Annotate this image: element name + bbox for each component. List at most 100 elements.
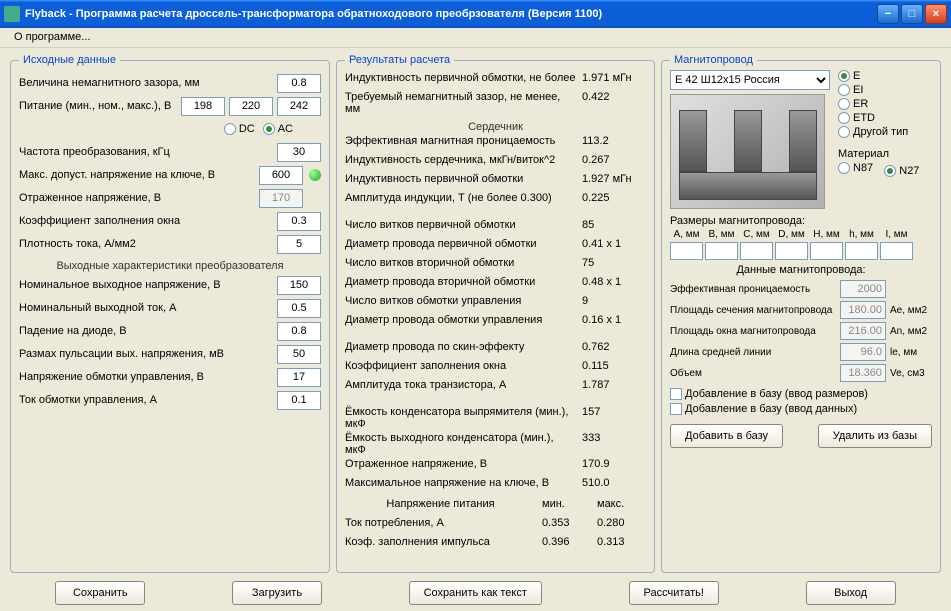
- iout-input[interactable]: [277, 299, 321, 318]
- vmin-input[interactable]: [181, 97, 225, 116]
- core-section-label: Сердечник: [345, 121, 646, 133]
- vdsmax-value: 510.0: [576, 477, 646, 494]
- vds-led-icon: [309, 169, 321, 181]
- cout-label: Ёмкость выходного конденсатора (мин.), м…: [345, 432, 576, 456]
- dim-h1-hdr: H, мм: [810, 229, 843, 240]
- duty-label: Коэф. заполнения импульса: [345, 536, 536, 553]
- dim-i-input[interactable]: [880, 242, 913, 260]
- core-legend: Магнитопровод: [670, 54, 757, 66]
- bmax-label: Амплитуда индукции, Т (не более 0.300): [345, 192, 576, 209]
- app-icon: [4, 6, 20, 22]
- ripple-input[interactable]: [277, 345, 321, 364]
- reqgap-label: Требуемый немагнитный зазор, не менее, м…: [345, 91, 576, 115]
- d1-label: Диаметр провода первичной обмотки: [345, 238, 576, 255]
- min-header: мин.: [536, 498, 591, 515]
- dim-h2-hdr: h, мм: [845, 229, 878, 240]
- n1-label: Число витков первичной обмотки: [345, 219, 576, 236]
- jdens-input[interactable]: [277, 235, 321, 254]
- mueff-value: [840, 280, 886, 298]
- mat-n27-radio[interactable]: N27: [884, 165, 919, 177]
- iin-label: Ток потребления, А: [345, 517, 536, 534]
- gap-input[interactable]: [277, 74, 321, 93]
- iaux-label: Ток обмотки управления, А: [19, 394, 277, 406]
- vout-input[interactable]: [277, 276, 321, 295]
- n1-value: 85: [576, 219, 646, 236]
- dim-c-input[interactable]: [740, 242, 773, 260]
- dim-a-input[interactable]: [670, 242, 703, 260]
- dim-h1-input[interactable]: [810, 242, 843, 260]
- dskin-value: 0.762: [576, 341, 646, 358]
- type-ei-radio[interactable]: EI: [838, 84, 919, 96]
- vref-label: Отраженное напряжение, В: [19, 192, 259, 204]
- mat-n87-radio[interactable]: N87: [838, 162, 873, 174]
- le-label: Длина средней линии: [670, 347, 840, 358]
- ve-value: [840, 364, 886, 382]
- ae-unit: Ae, мм2: [886, 305, 932, 316]
- vmax-input[interactable]: [277, 97, 321, 116]
- aw-unit: An, мм2: [886, 326, 932, 337]
- material-label: Материал: [838, 148, 927, 160]
- itr-value: 1.787: [576, 379, 646, 396]
- dims-label: Размеры магнитопровода:: [670, 215, 932, 227]
- ae-value: [840, 301, 886, 319]
- add-to-db-button[interactable]: Добавить в базу: [670, 424, 783, 448]
- vrefl-value: 170.9: [576, 458, 646, 475]
- dim-b-hdr: B, мм: [705, 229, 738, 240]
- aw-label: Площадь окна магнитопровода: [670, 326, 840, 337]
- add-data-checkbox[interactable]: Добавление в базу (ввод данных): [670, 403, 857, 415]
- menu-about[interactable]: О программе...: [8, 30, 96, 44]
- vrefl-label: Отраженное напряжение, В: [345, 458, 576, 475]
- load-button[interactable]: Загрузить: [232, 581, 322, 605]
- n3-value: 9: [576, 295, 646, 312]
- reqgap-value: 0.422: [576, 91, 646, 115]
- add-dims-checkbox[interactable]: Добавление в базу (ввод размеров): [670, 388, 868, 400]
- ac-radio[interactable]: AC: [263, 123, 293, 135]
- vds-input[interactable]: [259, 166, 303, 185]
- d2-label: Диаметр провода вторичной обмотки: [345, 276, 576, 293]
- lprim-value: 1.971 мГн: [576, 72, 646, 89]
- type-e-radio[interactable]: E: [838, 70, 919, 82]
- kfillres-value: 0.115: [576, 360, 646, 377]
- close-button[interactable]: ×: [925, 4, 947, 24]
- supply-label: Питание (мин., ном., макс.), В: [19, 100, 181, 112]
- vnom-input[interactable]: [229, 97, 273, 116]
- dim-d-hdr: D, мм: [775, 229, 808, 240]
- core-select[interactable]: E 42 Ш12x15 Россия: [670, 70, 830, 90]
- delete-from-db-button[interactable]: Удалить из базы: [818, 424, 932, 448]
- iin-max: 0.280: [591, 517, 646, 534]
- d1-value: 0.41 x 1: [576, 238, 646, 255]
- n2-label: Число витков вторичной обмотки: [345, 257, 576, 274]
- gap-label: Величина немагнитного зазора, мм: [19, 77, 277, 89]
- ve-unit: Ve, см3: [886, 368, 932, 379]
- type-other-radio[interactable]: Другой тип: [838, 126, 919, 138]
- dim-b-input[interactable]: [705, 242, 738, 260]
- save-text-button[interactable]: Сохранить как текст: [409, 581, 542, 605]
- d2-value: 0.48 x 1: [576, 276, 646, 293]
- vref-input: [259, 189, 303, 208]
- calculate-button[interactable]: Рассчитать!: [629, 581, 719, 605]
- vout-label: Номинальное выходное напряжение, В: [19, 279, 277, 291]
- type-etd-radio[interactable]: ETD: [838, 112, 919, 124]
- save-button[interactable]: Сохранить: [55, 581, 145, 605]
- dim-h2-input[interactable]: [845, 242, 878, 260]
- title-bar: Flyback - Программа расчета дроссель-тра…: [0, 0, 951, 28]
- dc-radio[interactable]: DC: [224, 123, 255, 135]
- max-header: макс.: [591, 498, 646, 515]
- vaux-input[interactable]: [277, 368, 321, 387]
- vdiode-input[interactable]: [277, 322, 321, 341]
- exit-button[interactable]: Выход: [806, 581, 896, 605]
- iaux-input[interactable]: [277, 391, 321, 410]
- type-er-radio[interactable]: ER: [838, 98, 919, 110]
- minimize-button[interactable]: −: [877, 4, 899, 24]
- maximize-button[interactable]: □: [901, 4, 923, 24]
- dim-d-input[interactable]: [775, 242, 808, 260]
- freq-input[interactable]: [277, 143, 321, 162]
- kfill-input[interactable]: [277, 212, 321, 231]
- core-data-label: Данные магнитопровода:: [670, 264, 932, 276]
- dskin-label: Диаметр провода по скин-эффекту: [345, 341, 576, 358]
- mu-value: 113.2: [576, 135, 646, 152]
- vdsmax-label: Максимальное напряжение на ключе, В: [345, 477, 576, 494]
- menu-bar: О программе...: [0, 28, 951, 48]
- duty-max: 0.313: [591, 536, 646, 553]
- vdiode-label: Падение на диоде, В: [19, 325, 277, 337]
